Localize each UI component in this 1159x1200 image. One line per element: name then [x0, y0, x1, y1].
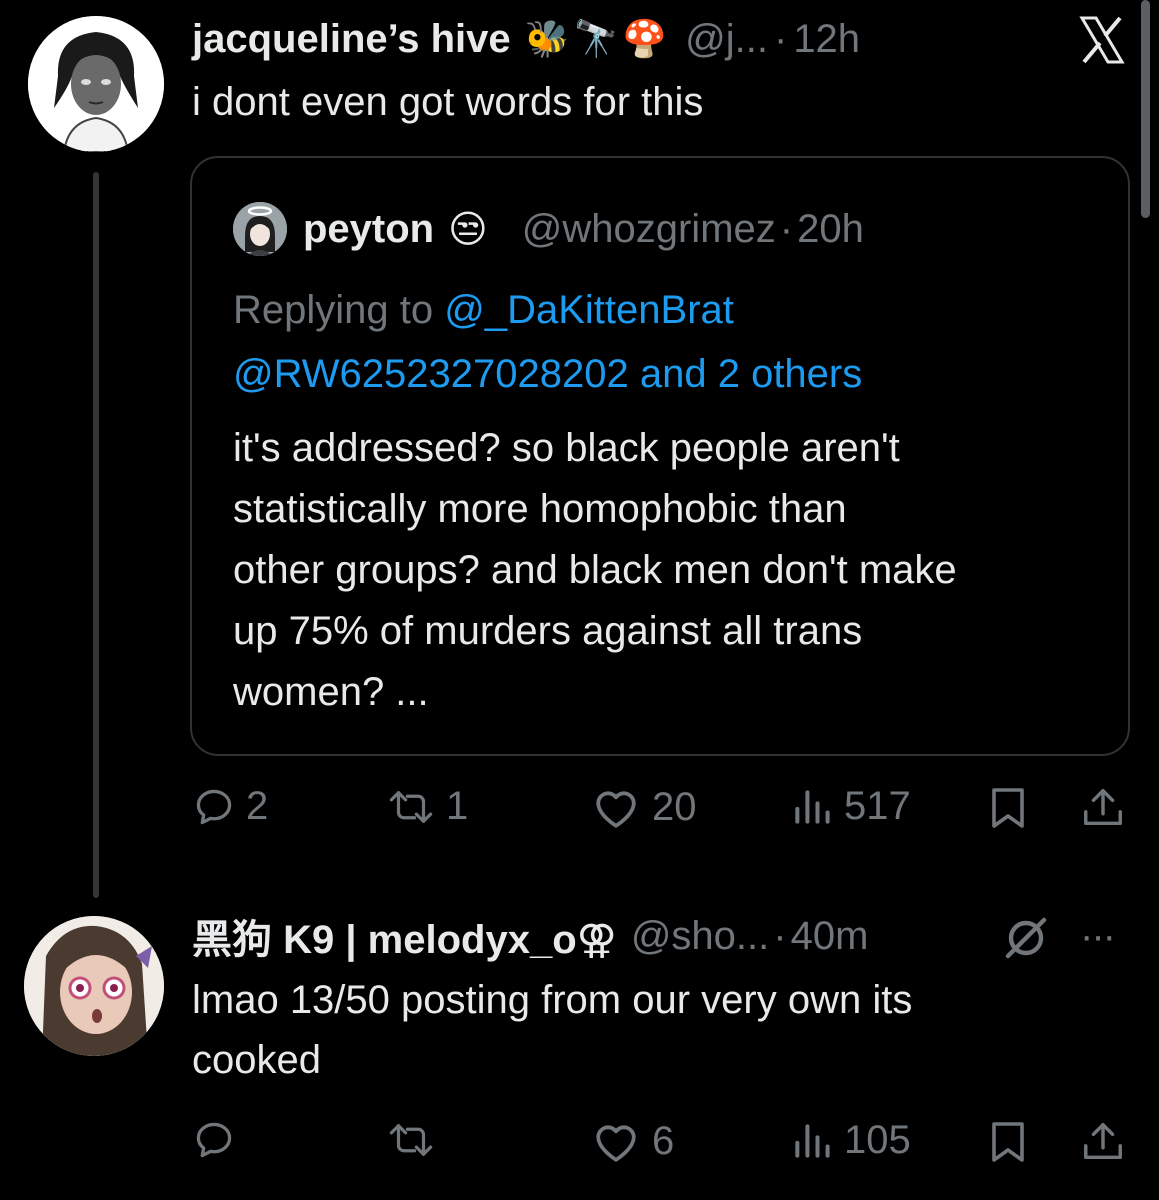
views-icon: [795, 1123, 830, 1158]
reply-icon: [196, 789, 232, 824]
quote-text-line: women? ...: [233, 670, 429, 714]
replying-others-link[interactable]: and 2 others: [640, 352, 862, 396]
reply-icon: [196, 1122, 232, 1158]
quote-header: peyton 😒 @whozgrimez · 20h: [303, 202, 864, 256]
avatar-drawing: [28, 16, 164, 152]
tweet1-reply-button[interactable]: 2: [192, 784, 268, 829]
quote-replying-to: Replying to @_DaKittenBrat @RW6252327028…: [233, 278, 862, 406]
tweet1-like-button[interactable]: 20: [590, 784, 697, 830]
bookmark-icon: [992, 788, 1024, 828]
tweet2-text-line: lmao 13/50 posting from our very own its: [192, 978, 913, 1022]
quote-text-line: other groups? and black men don't make: [233, 548, 957, 592]
tweet1-like-count: 20: [652, 784, 697, 829]
share-icon: [1084, 789, 1122, 826]
repost-icon: [389, 1124, 433, 1156]
tweet2-separator: ·: [773, 913, 787, 958]
tweet2-display-name[interactable]: 黑狗 K9 | melodyx_o⚢: [192, 907, 617, 965]
tweet1-repost-count: 1: [446, 784, 469, 828]
quote-text-line: up 75% of murders against all trans: [233, 609, 863, 653]
tweet1-text: i dont even got words for this: [192, 80, 704, 124]
tweet1-name-emojis: 🐝🔭🍄: [524, 18, 672, 59]
tweet2-reply-button[interactable]: [192, 1118, 236, 1162]
tweet2-repost-button[interactable]: [386, 1118, 436, 1162]
scrollbar[interactable]: [1141, 0, 1150, 218]
more-icon[interactable]: ···: [1080, 914, 1116, 958]
tweet1-repost-button[interactable]: 1: [386, 784, 468, 829]
tweet2-views-button[interactable]: 105: [790, 1118, 911, 1163]
avatar-peyton[interactable]: [233, 202, 287, 256]
like-icon: [596, 791, 636, 828]
tweet1-timestamp[interactable]: 12h: [793, 17, 860, 62]
tweet2-like-button[interactable]: 6: [590, 1118, 674, 1164]
tweet2-timestamp[interactable]: 40m: [791, 914, 869, 959]
replying-prefix: Replying to: [233, 288, 434, 332]
tweet1-separator: ·: [773, 16, 788, 61]
tweet2-like-count: 6: [652, 1118, 675, 1163]
tweet2-text-line: cooked: [192, 1038, 321, 1082]
replying-user-rw[interactable]: @RW6252327028202: [233, 352, 629, 396]
tweet1-reply-count: 2: [246, 784, 269, 828]
quote-text: it's addressed? so black people aren't s…: [233, 418, 957, 723]
tweet2-share-button[interactable]: [1080, 1118, 1126, 1166]
avatar-jacqueline[interactable]: [28, 16, 164, 152]
like-icon: [596, 1125, 636, 1162]
tweet2-view-count: 105: [844, 1118, 911, 1162]
block-icon[interactable]: [1002, 914, 1050, 962]
quote-separator: ·: [779, 206, 794, 251]
thread-connector-line: [93, 172, 99, 898]
x-logo-icon[interactable]: [1074, 12, 1130, 68]
repost-icon: [389, 790, 433, 823]
tweet1-bookmark-button[interactable]: [986, 784, 1030, 832]
tweet1-views-button[interactable]: 517: [790, 784, 911, 829]
tweet1-handle[interactable]: @j...: [685, 17, 768, 62]
tweet2-text: lmao 13/50 posting from our very own its…: [192, 970, 912, 1090]
quote-display-name[interactable]: peyton: [303, 207, 434, 252]
share-icon: [1084, 1123, 1122, 1160]
tweet2-handle[interactable]: @sho...: [631, 914, 769, 959]
tweet2-header: 黑狗 K9 | melodyx_o⚢ @sho... · 40m: [192, 907, 869, 965]
tweet1-view-count: 517: [844, 784, 911, 828]
quote-text-line: statistically more homophobic than: [233, 487, 847, 531]
tweet1-header: jacqueline’s hive 🐝🔭🍄 @j... · 12h: [192, 14, 860, 64]
views-icon: [795, 789, 830, 824]
quote-name-emoji: 😒: [448, 208, 488, 251]
tweet2-bookmark-button[interactable]: [986, 1118, 1030, 1166]
quote-handle[interactable]: @whozgrimez: [522, 207, 776, 252]
avatar-peyton-drawing: [233, 202, 287, 256]
quote-timestamp: 20h: [797, 206, 864, 251]
avatar-melodyx[interactable]: [24, 916, 164, 1056]
tweet1-share-button[interactable]: [1080, 784, 1126, 832]
replying-user-dakittenbrat[interactable]: @_DaKittenBrat: [444, 288, 734, 332]
quote-text-line: it's addressed? so black people aren't: [233, 426, 900, 470]
bookmark-icon: [992, 1122, 1024, 1162]
tweet1-display-name[interactable]: jacqueline’s hive: [192, 17, 511, 62]
avatar-melodyx-drawing: [24, 916, 164, 1056]
